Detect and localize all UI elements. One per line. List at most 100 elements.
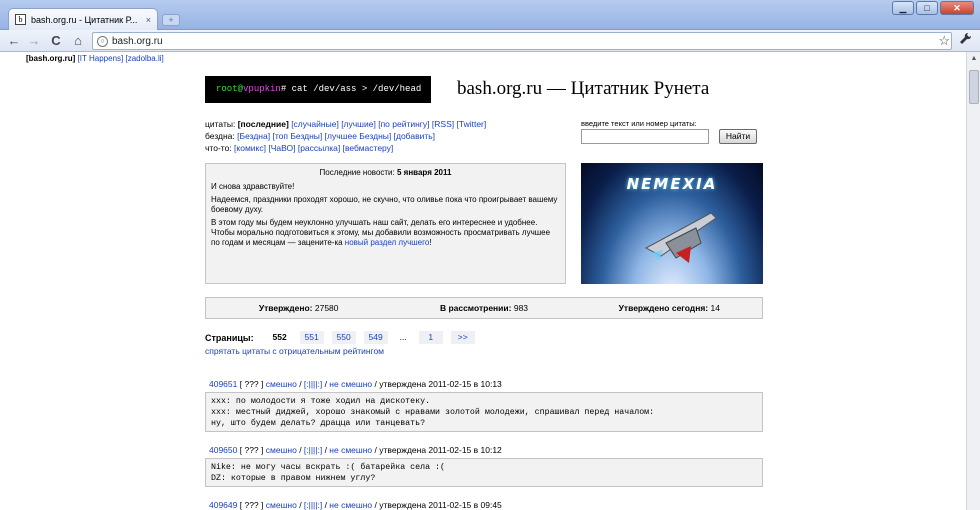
quote-approved-date: / утверждена 2011-02-15 в 10:13	[374, 379, 502, 389]
nav-comics[interactable]: [комикс]	[234, 143, 266, 153]
vote-not-funny-link[interactable]: не смешно	[329, 379, 372, 389]
vote-bayan-link[interactable]: [:||||:]	[304, 379, 322, 389]
news-heading: Последние новости: 5 января 2011	[211, 168, 560, 178]
nav-by-rating[interactable]: [по рейтингу]	[378, 119, 429, 129]
nav-twitter[interactable]: [Twitter]	[456, 119, 486, 129]
browser-tab[interactable]: b bash.org.ru - Цитатник Р... ×	[8, 8, 158, 30]
vote-bayan-link[interactable]: [:||||:]	[304, 500, 322, 510]
stat-in-review: В рассмотрении: 983	[391, 303, 576, 313]
page-link[interactable]: 551	[299, 331, 324, 344]
bookmark-bash[interactable]: [bash.org.ru]	[26, 54, 75, 63]
search-button[interactable]: Найти	[719, 129, 757, 144]
vote-funny-link[interactable]: смешно	[266, 379, 297, 389]
site-nav: цитаты: [последние] [случайные] [лучшие]…	[205, 118, 486, 154]
search-input[interactable]	[581, 129, 709, 144]
vertical-scrollbar[interactable]: ▲	[966, 52, 980, 510]
stats-bar: Утверждено: 27580 В рассмотрении: 983 Ут…	[205, 297, 763, 319]
hide-negative-link[interactable]: спрятать цитаты с отрицательным рейтинго…	[205, 346, 384, 356]
quote-item: 409650 [ ??? ] смешно / [:||||:] / не см…	[205, 445, 763, 487]
nav-rss[interactable]: [RSS]	[432, 119, 454, 129]
nav-random[interactable]: [случайные]	[291, 119, 339, 129]
page-link[interactable]: 550	[331, 331, 356, 344]
quote-rating: [ ??? ]	[239, 500, 264, 510]
nav-faq[interactable]: [ЧаВО]	[268, 143, 295, 153]
quote-id-link[interactable]: 409651	[209, 379, 237, 389]
nav-abyss-add[interactable]: [добавить]	[394, 131, 435, 141]
news-paragraph-end: !	[429, 238, 432, 247]
browser-titlebar: b bash.org.ru - Цитатник Р... × + ▁ □ ✕	[0, 0, 980, 30]
bookmark-zadolba[interactable]: [zadolba.li]	[125, 54, 163, 63]
pagination: Страницы: 552 551 550 549 ... 1 >>	[205, 331, 483, 344]
vote-bayan-link[interactable]: [:||||:]	[304, 445, 322, 455]
home-icon[interactable]: ⌂	[70, 33, 86, 49]
nav-quotes-label: цитаты:	[205, 119, 236, 129]
forward-arrow-icon[interactable]: →	[26, 33, 42, 49]
nav-row-quotes: цитаты: [последние] [случайные] [лучшие]…	[205, 118, 486, 130]
news-paragraph-3: В этом году мы будем неуклонно улучшать …	[211, 218, 560, 248]
nav-mailing[interactable]: [рассылка]	[298, 143, 340, 153]
stat-review-value: 983	[513, 303, 529, 313]
news-paragraph: И снова здравствуйте!	[211, 182, 295, 191]
bookmark-it-happens[interactable]: [IT Happens]	[78, 54, 124, 63]
nav-best[interactable]: [лучшие]	[341, 119, 376, 129]
vote-funny-link[interactable]: смешно	[266, 445, 297, 455]
reload-icon[interactable]: C	[48, 33, 64, 49]
quote-meta: 409649 [ ??? ] смешно / [:||||:] / не см…	[209, 500, 502, 510]
stat-approved-today: Утверждено сегодня: 14	[577, 303, 762, 313]
page-ellipsis: ...	[399, 332, 407, 342]
nav-other-label: что-то:	[205, 143, 232, 153]
spaceship-icon	[644, 212, 717, 263]
quote-id-link[interactable]: 409649	[209, 500, 237, 510]
quote-text: Nike: не могу часы вскрать :( батарейка …	[205, 458, 763, 487]
news-paragraph: Надеемся, праздники проходят хорошо, не …	[211, 195, 558, 214]
news-box: Последние новости: 5 января 2011 И снова…	[205, 163, 566, 284]
scroll-up-icon[interactable]: ▲	[967, 52, 980, 66]
quote-id-link[interactable]: 409650	[209, 445, 237, 455]
quote-rating: [ ??? ]	[239, 445, 264, 455]
site-title: bash.org.ru — Цитатник Рунета	[457, 78, 710, 99]
nav-abyss[interactable]: [Бездна]	[237, 131, 270, 141]
close-tab-icon[interactable]: ×	[146, 15, 151, 25]
close-window-button[interactable]: ✕	[940, 1, 974, 15]
page-link[interactable]: 549	[363, 331, 388, 344]
search-form: введите текст или номер цитаты: Найти	[581, 119, 766, 144]
page-current: 552	[272, 332, 287, 342]
nav-webmaster[interactable]: [вебмастеру]	[343, 143, 394, 153]
logo-prompt-command: # cat /dev/ass > /dev/head	[280, 84, 422, 94]
quote-rating: [ ??? ]	[239, 379, 264, 389]
stat-today-label: Утверждено сегодня:	[618, 303, 709, 313]
scroll-thumb[interactable]	[969, 70, 979, 104]
page-next[interactable]: >>	[450, 331, 475, 344]
minimize-button[interactable]: ▁	[892, 1, 914, 15]
quote-text: xxx: по молодости я тоже ходил на дискот…	[205, 392, 763, 432]
quote-item: 409649 [ ??? ] смешно / [:||||:] / не см…	[205, 500, 763, 510]
globe-icon: ○	[97, 35, 108, 47]
vote-funny-link[interactable]: смешно	[266, 500, 297, 510]
page-first[interactable]: 1	[418, 331, 443, 344]
stat-today-value: 14	[710, 303, 720, 313]
quote-approved-date: / утверждена 2011-02-15 в 09:45	[374, 500, 502, 510]
address-bar[interactable]: ○ bash.org.ru	[92, 32, 952, 50]
stat-approved-label: Утверждено:	[258, 303, 313, 313]
window-controls: ▁ □ ✕	[892, 1, 974, 15]
nemexia-banner[interactable]: NEMEXIA	[581, 163, 763, 284]
nav-quotes-current: [последние]	[237, 119, 289, 129]
vote-not-funny-link[interactable]: не смешно	[329, 500, 372, 510]
new-tab-button[interactable]: +	[162, 14, 180, 26]
tab-title: bash.org.ru - Цитатник Р...	[31, 14, 138, 25]
back-arrow-icon[interactable]: ←	[6, 33, 22, 49]
maximize-button[interactable]: □	[916, 1, 938, 15]
logo-prompt-host: vpupkin	[243, 84, 281, 94]
bookmark-star-icon[interactable]: ☆	[938, 33, 950, 49]
wrench-menu-icon[interactable]	[959, 32, 972, 48]
nav-row-other: что-то: [комикс] [ЧаВО] [рассылка] [вебм…	[205, 142, 486, 154]
vote-not-funny-link[interactable]: не смешно	[329, 445, 372, 455]
quote-meta: 409650 [ ??? ] смешно / [:||||:] / не см…	[209, 445, 502, 455]
bash-favicon-icon: b	[15, 14, 26, 25]
site-logo[interactable]: root@vpupkin# cat /dev/ass > /dev/head	[205, 76, 431, 103]
news-date: 5 января 2011	[396, 168, 452, 177]
quote-meta: 409651 [ ??? ] смешно / [:||||:] / не см…	[209, 379, 502, 389]
news-best-section-link[interactable]: новый раздел лучшего	[345, 238, 430, 247]
nav-abyss-best[interactable]: [лучшее Бездны]	[325, 131, 392, 141]
nav-abyss-top[interactable]: [топ Бездны]	[272, 131, 322, 141]
